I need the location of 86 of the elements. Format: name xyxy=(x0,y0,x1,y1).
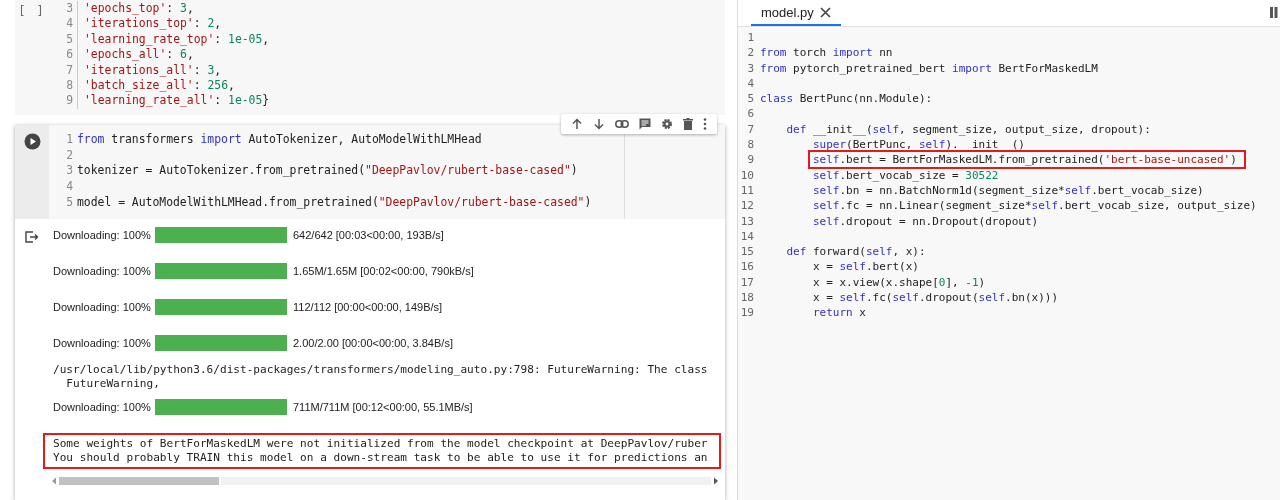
horizontal-scrollbar[interactable] xyxy=(51,474,719,487)
code-line: self.dropout = nn.Dropout(dropout) xyxy=(813,214,1039,228)
arrow-down-icon[interactable] xyxy=(593,117,605,130)
code-line: from torch import nn xyxy=(760,46,893,60)
code-line: from pytorch_pretrained_bert import BertForMaskedLM xyxy=(760,61,1098,75)
code-line: self.bn = nn.BatchNorm1d(segment_size*self.bert_vocab_size) xyxy=(813,183,1204,197)
code-line: 'learning_rate_all': 1e-05} xyxy=(84,93,270,109)
output-line: FutureWarning, xyxy=(65,376,161,391)
code-line: 'batch_size_all': 256, xyxy=(84,78,235,94)
code-line: return x xyxy=(813,306,866,320)
arrow-up-icon[interactable] xyxy=(571,117,583,130)
line-number: 1 xyxy=(746,30,755,46)
output-line: /usr/local/lib/python3.6/dist-packages/transformers/modeling_auto.py:798: FutureWarning: The class xyxy=(53,362,709,377)
line-number: 15 xyxy=(739,244,755,260)
output-line: You should probably TRAIN this model on a down-stream task to be able to use it for predictions an xyxy=(53,450,709,465)
execution-prompt: [ ] xyxy=(18,4,46,20)
line-number: 4 xyxy=(65,178,73,195)
line-number: 19 xyxy=(739,305,755,321)
line-number: 5 xyxy=(746,91,755,107)
code-line: super(BertPunc, self).__init__() xyxy=(813,138,1025,152)
code-line: 'epochs_top': 3, xyxy=(84,1,194,17)
line-number: 16 xyxy=(739,259,755,275)
line-number: 18 xyxy=(739,290,755,306)
close-icon[interactable] xyxy=(819,6,831,18)
line-number: 1 xyxy=(65,131,73,148)
code-line: x = self.fc(self.dropout(self.bn(x))) xyxy=(813,291,1059,305)
line-number: 5 xyxy=(59,31,78,48)
line-number: 17 xyxy=(739,274,755,291)
line-number: 13 xyxy=(739,213,755,229)
line-number: 7 xyxy=(746,121,755,138)
line-number: 6 xyxy=(59,47,78,63)
line-number: 8 xyxy=(59,78,78,94)
line-number: 11 xyxy=(739,182,755,199)
line-number: 12 xyxy=(739,198,755,214)
line-number: 14 xyxy=(739,228,755,245)
line-number: 2 xyxy=(65,147,73,164)
line-number: 10 xyxy=(739,167,755,183)
line-number: 3 xyxy=(746,60,755,76)
progress-reading: 112/112 [00:00<00:00, 149B/s] xyxy=(293,300,443,313)
line-number: 6 xyxy=(746,106,755,122)
line-number: 8 xyxy=(746,137,755,153)
scroll-left-icon[interactable] xyxy=(51,476,57,485)
code-line: def __init__(self, segment_size, output_size, dropout): xyxy=(786,122,1151,136)
code-line: 'iterations_all': 3, xyxy=(84,62,222,79)
line-number: 3 xyxy=(65,163,73,179)
line-number: 9 xyxy=(59,93,78,109)
code-line: from transformers import AutoTokenizer, AutoModelWithLMHead xyxy=(77,131,482,148)
output-icon[interactable] xyxy=(25,230,39,243)
code-line: x = x.view(x.shape[0], -1) xyxy=(813,275,986,289)
run-button[interactable] xyxy=(23,132,41,150)
code-line: self.fc = nn.Linear(segment_size*self.bert_vocab_size, output_size) xyxy=(813,199,1257,213)
line-number: 5 xyxy=(65,194,73,211)
progress-label: Downloading: 100% xyxy=(53,400,149,413)
progress-reading: 711M/711M [00:12<00:00, 55.1MB/s] xyxy=(293,400,473,413)
code-line: model = AutoModelWithLMHead.from_pretrained("DeepPavlov/rubert-base-cased") xyxy=(77,194,592,211)
progress-label: Downloading: 100% xyxy=(53,336,149,349)
code-line: 'epochs_all': 6, xyxy=(84,47,194,63)
progress-label: Downloading: 100% xyxy=(53,300,149,313)
scroll-right-icon[interactable] xyxy=(713,476,719,485)
code-line: 'iterations_top': 2, xyxy=(84,16,222,32)
line-number: 2 xyxy=(746,45,755,61)
line-number: 3 xyxy=(59,1,78,17)
trash-icon[interactable] xyxy=(683,117,693,130)
scrollbar-thumb[interactable] xyxy=(59,476,219,485)
line-number: 9 xyxy=(746,152,755,168)
progress-reading: 2.00/2.00 [00:00<00:00, 3.84B/s] xyxy=(293,336,453,349)
progress-label: Downloading: 100% xyxy=(53,264,149,277)
columns-icon[interactable] xyxy=(1270,7,1278,18)
code-line: class BertPunc(nn.Module): xyxy=(760,92,933,106)
code-line: self.bert = BertForMaskedLM.from_pretrained('bert-base-uncased') xyxy=(811,153,1243,167)
progress-reading: 1.65M/1.65M [00:02<00:00, 790kB/s] xyxy=(293,264,474,277)
code-line: 'learning_rate_top': 1e-05, xyxy=(84,31,270,48)
line-number: 4 xyxy=(59,16,78,32)
progress-reading: 642/642 [00:03<00:00, 193B/s] xyxy=(293,228,444,241)
line-number: 4 xyxy=(746,75,755,92)
code-line: tokenizer = AutoTokenizer.from_pretrained("DeepPavlov/rubert-base-cased") xyxy=(77,163,578,179)
code-line: def forward(self, x): xyxy=(786,245,926,259)
comment-icon[interactable] xyxy=(639,117,651,130)
link-icon[interactable] xyxy=(615,119,629,128)
code-line: self.bert_vocab_size = 30522 xyxy=(813,168,999,182)
progress-label: Downloading: 100% xyxy=(53,228,149,241)
more-icon[interactable] xyxy=(703,117,707,130)
code-line: x = self.bert(x) xyxy=(813,260,919,274)
settings-icon[interactable] xyxy=(661,117,673,130)
line-number: 7 xyxy=(59,62,78,79)
output-line: Some weights of BertForMaskedLM were not initialized from the model checkpoint at DeepPavlov/ruber xyxy=(53,436,709,451)
